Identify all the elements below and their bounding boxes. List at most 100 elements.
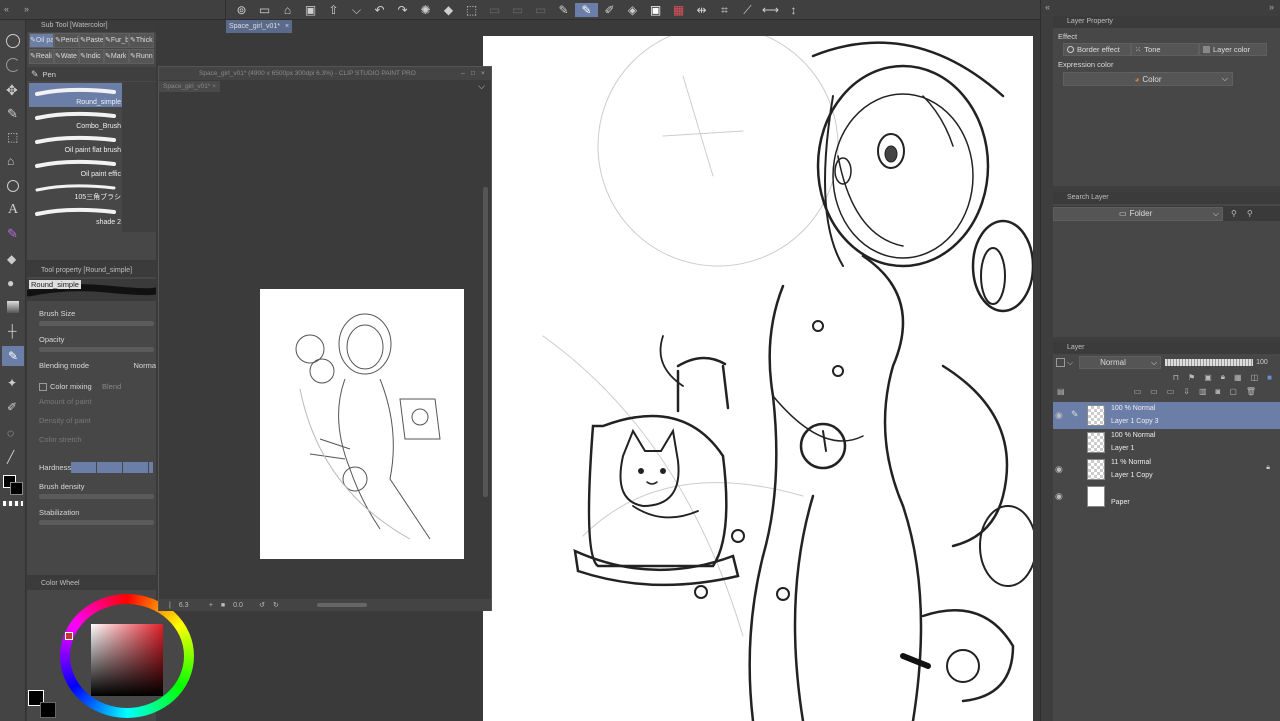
subtool-tab-reali[interactable]: ✎Reali bbox=[29, 49, 54, 64]
draft-icon[interactable]: ▣ bbox=[1204, 373, 1212, 382]
fill-icon[interactable]: ◆ bbox=[437, 3, 460, 17]
blending-mode-value[interactable]: Norma bbox=[133, 361, 156, 370]
opacity-value[interactable]: 100 bbox=[1256, 359, 1268, 366]
subtool-tab-furb[interactable]: ✎Fur_b bbox=[104, 33, 129, 48]
secondary-color-swatch[interactable] bbox=[40, 702, 56, 718]
upload-icon[interactable]: ⇧ bbox=[322, 3, 345, 17]
correction-icon[interactable]: ▣ bbox=[644, 3, 667, 17]
blank2[interactable]: ▭ bbox=[506, 3, 529, 17]
eraser-icon[interactable]: ◈ bbox=[621, 3, 644, 17]
color-mixing-checkbox[interactable] bbox=[39, 382, 47, 391]
open-icon[interactable]: ⌂ bbox=[276, 3, 299, 17]
shape-tool-icon[interactable]: ┼ bbox=[8, 324, 17, 338]
rotate-right-icon[interactable]: ↻ bbox=[273, 601, 279, 609]
eyedropper-tool-icon[interactable]: ╱ bbox=[7, 450, 14, 464]
transfer-down-icon[interactable]: ⇩ bbox=[1183, 387, 1190, 396]
visibility-eye-icon[interactable]: ◉ bbox=[1055, 464, 1063, 475]
collapse-right-icon[interactable]: « bbox=[1045, 2, 1050, 12]
new-raster-icon[interactable]: ▭ bbox=[1134, 387, 1142, 396]
mask-apply-icon[interactable]: ▢ bbox=[1229, 387, 1237, 396]
undo-icon[interactable]: ↶ bbox=[368, 3, 391, 17]
document-tab[interactable]: Space_girl_v01* × bbox=[226, 20, 292, 33]
line-icon[interactable]: ⟋ bbox=[736, 3, 759, 18]
pen-icon[interactable]: ✎ bbox=[552, 3, 575, 17]
layer-color-toggle-icon[interactable]: ■ bbox=[1267, 373, 1272, 382]
canvas-page[interactable] bbox=[483, 36, 1033, 721]
lasso-tool-icon[interactable]: ⌂ bbox=[7, 154, 14, 168]
rotate-tool-icon[interactable] bbox=[6, 58, 20, 72]
layer-color-button[interactable]: Layer color bbox=[1199, 43, 1267, 56]
grid-icon[interactable]: ⌗ bbox=[713, 3, 736, 18]
visibility-eye-icon[interactable]: ◉ bbox=[1055, 410, 1063, 421]
layer-row[interactable]: ◉ ✎ 100 % Normal Layer 1 Copy 3 bbox=[1053, 402, 1280, 429]
brush-item[interactable]: shade 2 bbox=[29, 203, 123, 227]
navigator-scroll-v[interactable] bbox=[483, 187, 488, 497]
subtool-tab-pencil[interactable]: ✎Pencil bbox=[54, 33, 79, 48]
blend-tool-icon[interactable]: ✐ bbox=[7, 400, 17, 414]
subtool-tab-indic[interactable]: ✎Indic bbox=[79, 49, 104, 64]
clip-icon[interactable]: ⊓ bbox=[1173, 373, 1179, 382]
zoom-tool-icon[interactable] bbox=[6, 34, 20, 48]
ellipse-tool-icon[interactable] bbox=[7, 180, 19, 192]
subtool-tab-thick[interactable]: ✎Thick bbox=[129, 33, 154, 48]
brush-item[interactable]: Oil paint flat brush bbox=[29, 131, 123, 155]
layer-list-icon[interactable]: ▤ bbox=[1057, 387, 1065, 396]
opacity-slider[interactable] bbox=[1165, 359, 1254, 366]
arrows-v-icon[interactable]: ↕ bbox=[782, 3, 805, 17]
brush-size-slider[interactable] bbox=[39, 321, 154, 326]
panel-collapse-arrows[interactable]: « » bbox=[4, 4, 44, 16]
arrows-h-icon[interactable]: ⟷ bbox=[759, 3, 782, 17]
new-file-icon[interactable]: ▭ bbox=[253, 3, 276, 17]
zoom-value[interactable]: 6.3 bbox=[179, 602, 209, 609]
search-filter-icon[interactable]: ⚲ bbox=[1231, 209, 1237, 218]
delete-layer-icon[interactable]: 🗑︎ bbox=[1246, 387, 1256, 396]
stabilization-slider[interactable] bbox=[39, 520, 154, 525]
transform-icon[interactable]: ⬚ bbox=[460, 3, 483, 17]
tone-button[interactable]: ⁙ Tone bbox=[1131, 43, 1199, 56]
airbrush-tool-icon[interactable]: ✦ bbox=[7, 376, 17, 390]
select-tool-icon[interactable]: ⬚ bbox=[7, 130, 18, 144]
rotate-left-icon[interactable]: ↺ bbox=[259, 601, 265, 609]
brush-item[interactable]: Round_simple bbox=[29, 83, 123, 107]
new-vector-icon[interactable]: ▭ bbox=[1150, 387, 1158, 396]
hardness-segment-2[interactable] bbox=[97, 462, 122, 473]
navigator-menu-chevron-icon[interactable]: ⌵ bbox=[478, 81, 485, 92]
merge-icon[interactable]: ▥ bbox=[1199, 387, 1207, 396]
hardness-segment-1[interactable] bbox=[71, 462, 96, 473]
lock-icon[interactable]: 🔒︎ bbox=[1221, 372, 1225, 382]
close-icon[interactable]: × bbox=[481, 70, 491, 77]
pencil-icon[interactable]: ✐ bbox=[598, 3, 621, 17]
transparent-swatch[interactable] bbox=[3, 501, 23, 506]
sub-color-swatch[interactable] bbox=[10, 482, 23, 495]
gear-icon[interactable]: ⊚ bbox=[230, 3, 253, 17]
brush-item[interactable]: 105三角ブラシ bbox=[29, 179, 123, 203]
eraser-tool-icon[interactable]: ◆ bbox=[7, 252, 16, 266]
fill-tool-icon[interactable]: ● bbox=[7, 276, 14, 290]
expression-color-select[interactable]: ◕ Color ⌵ bbox=[1063, 72, 1233, 86]
subtool-tab-wate[interactable]: ✎Wate bbox=[54, 49, 79, 64]
new-folder-icon[interactable]: ▭ bbox=[1167, 387, 1175, 396]
navigator-preview[interactable] bbox=[260, 289, 464, 559]
navigator-scroll-h[interactable] bbox=[316, 603, 367, 607]
gradient-tool-icon[interactable] bbox=[7, 301, 19, 313]
blend-label[interactable]: Blend bbox=[102, 382, 121, 391]
watercolor-tool-icon[interactable]: ✎ bbox=[2, 346, 24, 366]
lock-transparent-icon[interactable]: ▦ bbox=[1234, 373, 1242, 382]
fit-icon[interactable]: ■ bbox=[221, 602, 225, 609]
layer-prop-chevron-icon[interactable]: ⌵ bbox=[1067, 358, 1073, 368]
hue-marker[interactable] bbox=[65, 632, 73, 640]
close-tab-icon[interactable]: × bbox=[285, 23, 289, 30]
folder-select[interactable]: ▭ Folder ⌵ bbox=[1053, 206, 1223, 221]
subtool-tab-oilpa[interactable]: ✎Oil pa bbox=[29, 33, 54, 48]
mask-icon[interactable]: ◫ bbox=[1251, 373, 1259, 382]
blank3[interactable]: ▭ bbox=[529, 3, 552, 17]
reference-icon[interactable]: ⚑ bbox=[1188, 373, 1195, 382]
redo-icon[interactable]: ↷ bbox=[391, 3, 414, 17]
dropdown-icon[interactable]: ⌵ bbox=[345, 3, 368, 18]
border-effect-button[interactable]: Border effect bbox=[1063, 43, 1131, 56]
hardness-segment-4[interactable] bbox=[149, 462, 153, 473]
pen-tool-icon[interactable]: ✎ bbox=[7, 106, 18, 122]
brush-density-slider[interactable] bbox=[39, 494, 154, 499]
flip-h-icon[interactable]: ⇹ bbox=[690, 3, 713, 17]
ruler-icon[interactable]: ▦ bbox=[667, 3, 690, 17]
